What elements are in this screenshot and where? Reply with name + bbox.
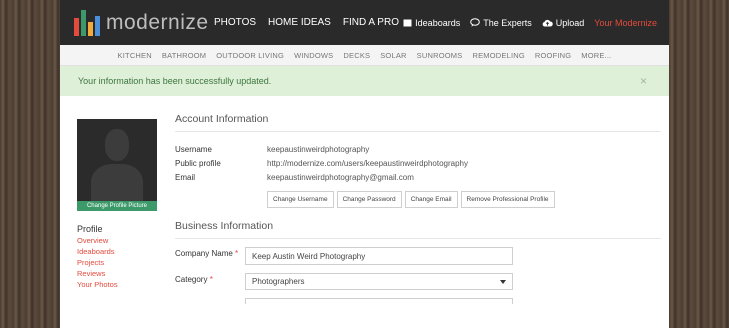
subnav-kitchen[interactable]: KITCHEN bbox=[118, 51, 152, 60]
business-section-title: Business Information bbox=[175, 220, 661, 239]
company-name-input[interactable] bbox=[245, 247, 513, 265]
info-value: keepaustinweirdphotography@gmail.com bbox=[267, 172, 414, 182]
info-row-email: Email keepaustinweirdphotography@gmail.c… bbox=[175, 170, 661, 184]
logo-bar-blue bbox=[95, 15, 100, 36]
company-name-label-text: Company Name bbox=[175, 249, 233, 258]
nav-your-modernize[interactable]: Your Modernize bbox=[594, 18, 657, 28]
account-info: Username keepaustinweirdphotography Publ… bbox=[175, 142, 661, 184]
nav-find-a-pro[interactable]: FIND A PRO bbox=[343, 17, 399, 28]
info-row-public-profile: Public profile http://modernize.com/user… bbox=[175, 156, 661, 170]
board-icon bbox=[403, 19, 412, 26]
sidebar-item-reviews[interactable]: Reviews bbox=[77, 268, 157, 279]
change-password-button[interactable]: Change Password bbox=[336, 191, 402, 208]
change-profile-picture-button[interactable]: Change Profile Picture bbox=[77, 201, 157, 211]
nav-the-experts-label: The Experts bbox=[483, 17, 532, 28]
logo-bar-orange bbox=[88, 21, 93, 36]
info-label: Username bbox=[175, 144, 212, 154]
account-actions: Change Username Change Password Change E… bbox=[267, 191, 661, 208]
close-icon[interactable]: × bbox=[640, 74, 647, 88]
subnav-sunrooms[interactable]: SUNROOMS bbox=[417, 51, 463, 60]
required-mark: * bbox=[209, 275, 213, 284]
subnav-windows[interactable]: WINDOWS bbox=[294, 51, 333, 60]
subnav-remodeling[interactable]: REMODELING bbox=[472, 51, 524, 60]
subnav-more[interactable]: MORE... bbox=[581, 51, 611, 60]
account-section-title: Account Information bbox=[175, 113, 661, 132]
nav-photos[interactable]: PHOTOS bbox=[214, 17, 256, 28]
profile-sidebar: Change Profile Picture Profile Overview … bbox=[77, 119, 157, 290]
logo-bars-icon bbox=[74, 9, 100, 36]
profile-content: Change Profile Picture Profile Overview … bbox=[60, 96, 669, 328]
subnav-solar[interactable]: SOLAR bbox=[380, 51, 406, 60]
avatar[interactable] bbox=[77, 119, 157, 201]
remove-professional-profile-button[interactable]: Remove Professional Profile bbox=[460, 191, 555, 208]
info-label: Public profile bbox=[175, 158, 221, 168]
info-row-username: Username keepaustinweirdphotography bbox=[175, 142, 661, 156]
category-selected-value: Photographers bbox=[252, 277, 305, 286]
wood-background-right bbox=[669, 0, 729, 328]
category-row: Category * Photographers bbox=[175, 273, 661, 290]
sidebar-item-overview[interactable]: Overview bbox=[77, 235, 157, 246]
logo-bar-green bbox=[81, 9, 86, 36]
avatar-body-silhouette bbox=[91, 164, 143, 201]
subnav-decks[interactable]: DECKS bbox=[343, 51, 370, 60]
avatar-head-silhouette bbox=[105, 129, 129, 161]
next-field-row bbox=[175, 298, 661, 308]
logo-text: modernize bbox=[106, 10, 209, 34]
page-frame: modernize PHOTOS HOME IDEAS FIND A PRO I… bbox=[60, 0, 669, 328]
company-name-row: Company Name * bbox=[175, 247, 661, 265]
category-label: Category * bbox=[175, 273, 245, 285]
dropdown-caret-icon bbox=[500, 279, 506, 284]
nav-ideaboards-label: Ideaboards bbox=[415, 17, 461, 28]
nav-home-ideas[interactable]: HOME IDEAS bbox=[268, 17, 331, 28]
change-email-button[interactable]: Change Email bbox=[404, 191, 458, 208]
chat-bubble-icon bbox=[470, 18, 481, 27]
main-nav: PHOTOS HOME IDEAS FIND A PRO bbox=[214, 17, 399, 28]
subnav-roofing[interactable]: ROOFING bbox=[535, 51, 571, 60]
wood-background-left bbox=[0, 0, 60, 328]
sidebar-links: Overview Ideaboards Projects Reviews You… bbox=[77, 235, 157, 290]
nav-upload-label: Upload bbox=[555, 17, 585, 28]
top-navigation-bar: modernize PHOTOS HOME IDEAS FIND A PRO I… bbox=[60, 0, 669, 45]
company-name-label: Company Name * bbox=[175, 247, 245, 259]
cloud-upload-icon bbox=[542, 19, 553, 26]
sidebar-item-projects[interactable]: Projects bbox=[77, 257, 157, 268]
category-select[interactable]: Photographers bbox=[245, 273, 513, 290]
sidebar-item-ideaboards[interactable]: Ideaboards bbox=[77, 246, 157, 257]
site-logo[interactable]: modernize bbox=[74, 9, 209, 36]
info-label: Email bbox=[175, 172, 196, 182]
required-mark: * bbox=[235, 249, 239, 258]
change-username-button[interactable]: Change Username bbox=[267, 191, 334, 208]
nav-ideaboards[interactable]: Ideaboards bbox=[403, 18, 460, 28]
user-nav: Ideaboards The Experts Upload Your Moder… bbox=[403, 18, 657, 28]
subnav-outdoor-living[interactable]: OUTDOOR LIVING bbox=[216, 51, 284, 60]
sidebar-heading: Profile bbox=[77, 224, 103, 234]
category-subnav: KITCHEN BATHROOM OUTDOOR LIVING WINDOWS … bbox=[60, 45, 669, 66]
next-field-input[interactable] bbox=[245, 298, 513, 304]
info-value: keepaustinweirdphotography bbox=[267, 144, 370, 154]
alert-message: Your information has been successfully u… bbox=[78, 76, 272, 86]
nav-upload[interactable]: Upload bbox=[542, 17, 585, 28]
category-label-text: Category bbox=[175, 275, 208, 284]
subnav-bathroom[interactable]: BATHROOM bbox=[162, 51, 206, 60]
success-alert: Your information has been successfully u… bbox=[60, 66, 669, 96]
nav-the-experts[interactable]: The Experts bbox=[470, 18, 532, 28]
sidebar-item-your-photos[interactable]: Your Photos bbox=[77, 279, 157, 290]
profile-main: Account Information Username keepaustinw… bbox=[175, 113, 661, 308]
info-value: http://modernize.com/users/keepaustinwei… bbox=[267, 158, 468, 168]
logo-bar-red bbox=[74, 17, 79, 36]
